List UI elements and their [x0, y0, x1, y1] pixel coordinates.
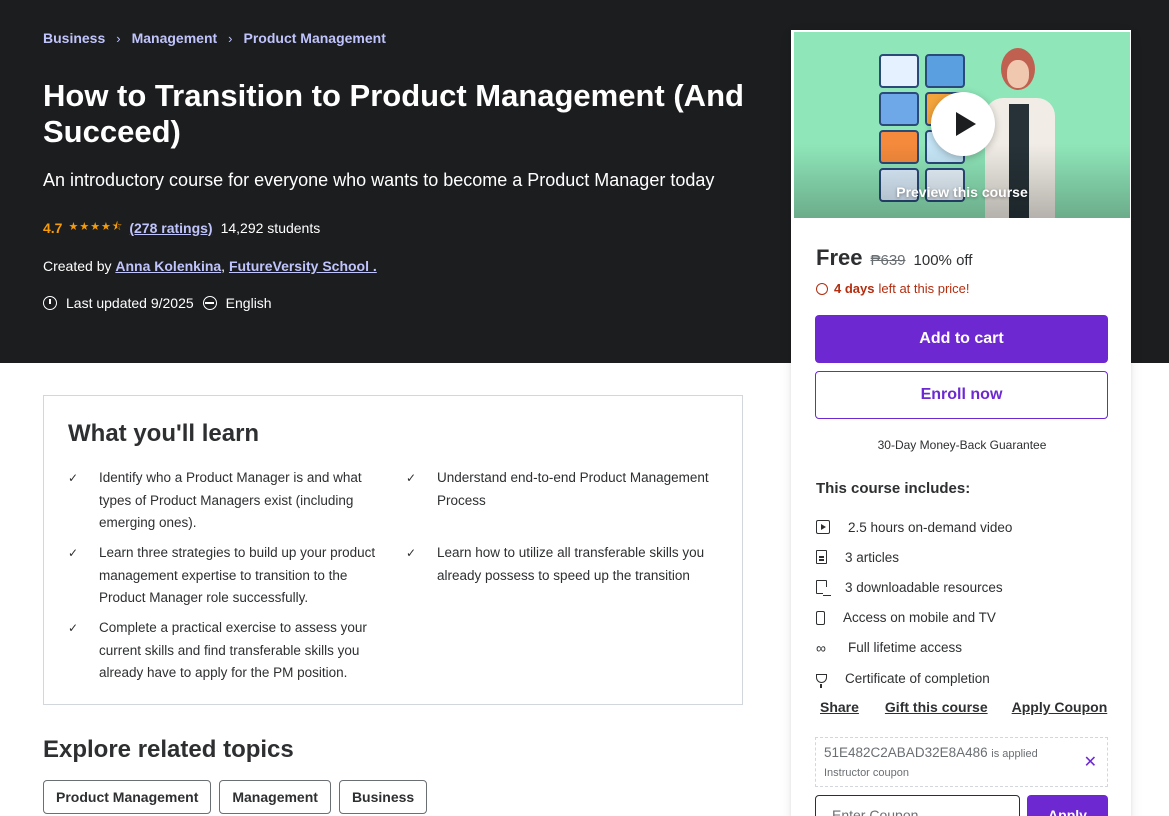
check-icon: ✓ — [68, 471, 79, 485]
topic-buttons: Product Management Management Business — [43, 780, 435, 814]
includes-item: 3 articles — [816, 542, 1012, 572]
includes-item: Access on mobile and TV — [816, 603, 1012, 633]
breadcrumb: Business › Management › Product Manageme… — [43, 30, 386, 46]
includes-item-label: 3 downloadable resources — [845, 579, 1003, 595]
card-links: Share Gift this course Apply Coupon — [820, 699, 1107, 715]
breadcrumb-business[interactable]: Business — [43, 30, 105, 46]
learn-item-text: Identify who a Product Manager is and wh… — [99, 470, 362, 530]
add-to-cart-button[interactable]: Add to cart — [815, 315, 1108, 363]
coupon-input[interactable] — [815, 795, 1020, 816]
explore-topics-title: Explore related topics — [43, 736, 294, 763]
share-link[interactable]: Share — [820, 699, 859, 715]
course-language: English — [225, 295, 272, 311]
learn-item-text: Understand end-to-end Product Management… — [437, 470, 709, 508]
learn-item-text: Learn how to utilize all transferable sk… — [437, 545, 705, 583]
star-rating-icon: ★★★★⯪ — [68, 221, 124, 233]
preview-label: Preview this course — [896, 184, 1028, 200]
topic-management[interactable]: Management — [219, 780, 331, 814]
includes-item: Certificate of completion — [816, 663, 1012, 693]
apply-coupon-button[interactable]: Apply — [1027, 795, 1108, 816]
countdown-text: left at this price! — [878, 281, 970, 296]
coupon-code: 51E482C2ABAD32E8A486 — [824, 745, 988, 760]
includes-item: 2.5 hours on-demand video — [816, 512, 1012, 542]
rating-row: 4.7 ★★★★⯪ (278 ratings) 14,292 students — [43, 218, 320, 237]
includes-item: 3 downloadable resources — [816, 572, 1012, 602]
includes-item-label: Certificate of completion — [845, 670, 990, 686]
applied-coupon-box: 51E482C2ABAD32E8A486 is applied Instruct… — [815, 737, 1108, 787]
instructor-link-futureversity[interactable]: FutureVersity School . — [229, 258, 377, 274]
chevron-right-icon: › — [228, 30, 233, 46]
learn-item-text: Learn three strategies to build up your … — [99, 545, 376, 605]
includes-item: ∞ Full lifetime access — [816, 633, 1012, 663]
coupon-type: Instructor coupon — [824, 767, 909, 779]
learn-item: ✓ Learn how to utilize all transferable … — [406, 542, 716, 587]
ratings-count-link[interactable]: (278 ratings) — [129, 220, 212, 236]
gift-course-link[interactable]: Gift this course — [885, 699, 988, 715]
check-icon: ✓ — [68, 621, 79, 635]
includes-item-label: 3 articles — [845, 549, 900, 565]
check-icon: ✓ — [406, 546, 417, 560]
download-icon — [816, 580, 831, 597]
breadcrumb-product-management[interactable]: Product Management — [244, 30, 386, 46]
what-you-learn-title: What you'll learn — [68, 420, 260, 447]
money-back-guarantee: 30-Day Money-Back Guarantee — [877, 438, 1047, 452]
course-meta: Last updated 9/2025 English — [43, 295, 272, 311]
mobile-icon — [816, 610, 825, 625]
price-row: Free ₱639 100% off — [816, 245, 972, 271]
includes-item-label: Full lifetime access — [848, 640, 963, 656]
apply-coupon-link[interactable]: Apply Coupon — [1012, 699, 1108, 715]
purchase-card: Preview this course Free ₱639 100% off 4… — [791, 30, 1131, 816]
breadcrumb-management[interactable]: Management — [132, 30, 218, 46]
learn-item: ✓ Identify who a Product Manager is and … — [68, 467, 368, 535]
last-updated: Last updated 9/2025 — [66, 295, 194, 311]
discount-percent: 100% off — [913, 252, 973, 269]
topic-product-management[interactable]: Product Management — [43, 780, 212, 814]
what-you-learn-box: What you'll learn ✓ Identify who a Produ… — [43, 395, 743, 705]
countdown-days: 4 days — [834, 281, 875, 296]
coupon-code-line: 51E482C2ABAD32E8A486 is applied — [824, 745, 1038, 760]
includes-item-label: 2.5 hours on-demand video — [848, 519, 1013, 535]
includes-list: 2.5 hours on-demand video 3 articles 3 d… — [816, 512, 1012, 693]
learn-item: ✓ Complete a practical exercise to asses… — [68, 617, 378, 685]
includes-item-label: Access on mobile and TV — [843, 610, 996, 626]
course-preview[interactable]: Preview this course — [794, 32, 1130, 218]
created-by-label: Created by — [43, 258, 112, 274]
article-icon — [816, 550, 827, 565]
remove-coupon-icon[interactable]: ✕ — [1084, 752, 1097, 772]
check-icon: ✓ — [406, 471, 417, 485]
original-price: ₱639 — [870, 252, 906, 269]
instructor-separator: , — [221, 258, 226, 274]
rating-value: 4.7 — [43, 219, 63, 236]
alarm-clock-icon — [816, 282, 828, 295]
play-icon[interactable] — [931, 92, 995, 156]
check-icon: ✓ — [68, 546, 79, 560]
course-title: How to Transition to Product Management … — [43, 78, 744, 149]
coupon-applied-text: is applied — [991, 748, 1038, 760]
course-headline: An introductory course for everyone who … — [43, 170, 715, 190]
topic-business[interactable]: Business — [338, 780, 428, 814]
learn-item: ✓ Learn three strategies to build up you… — [68, 542, 376, 610]
globe-icon — [202, 296, 217, 310]
infinity-icon: ∞ — [816, 639, 826, 656]
enroll-now-button[interactable]: Enroll now — [815, 371, 1108, 419]
includes-title: This course includes: — [816, 480, 971, 497]
chevron-right-icon: › — [116, 30, 121, 46]
video-icon — [816, 520, 830, 535]
created-by: Created by Anna Kolenkina, FutureVersity… — [43, 258, 377, 274]
trophy-icon — [816, 673, 827, 688]
learn-item: ✓ Understand end-to-end Product Manageme… — [406, 467, 726, 512]
learn-item-text: Complete a practical exercise to assess … — [99, 620, 367, 680]
price-countdown: 4 days left at this price! — [816, 281, 970, 296]
students-count: 14,292 students — [220, 219, 321, 236]
instructor-link-anna[interactable]: Anna Kolenkina — [115, 258, 221, 274]
alert-clock-icon — [43, 296, 57, 310]
current-price: Free — [816, 245, 863, 270]
